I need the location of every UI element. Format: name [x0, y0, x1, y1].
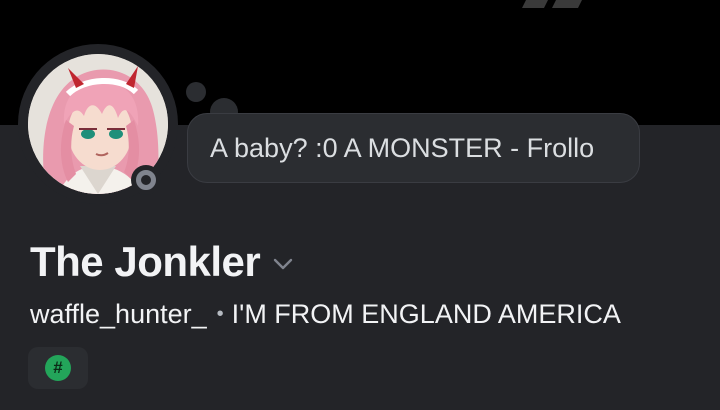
badge-container: # — [28, 347, 88, 389]
username-row: waffle_hunter_ • I'M FROM ENGLAND AMERIC… — [30, 296, 621, 332]
username[interactable]: waffle_hunter_ — [30, 299, 207, 330]
hashtag-badge-icon[interactable]: # — [45, 355, 71, 381]
chevron-down-icon[interactable] — [272, 256, 294, 272]
custom-status-bubble[interactable]: A baby? :0 A MONSTER - Frollo — [187, 113, 640, 183]
pronouns: I'M FROM ENGLAND AMERICA — [231, 298, 621, 329]
display-name-row: The Jonkler — [30, 236, 294, 288]
custom-status-text: A baby? :0 A MONSTER - Frollo — [210, 132, 595, 163]
offline-status-icon — [136, 170, 156, 190]
banner-decoration — [522, 0, 582, 8]
badge-symbol: # — [53, 358, 63, 377]
status-indicator — [131, 165, 161, 195]
separator-dot: • — [216, 302, 224, 325]
display-name: The Jonkler — [30, 238, 261, 285]
thought-bubble-dot-small — [186, 82, 206, 102]
